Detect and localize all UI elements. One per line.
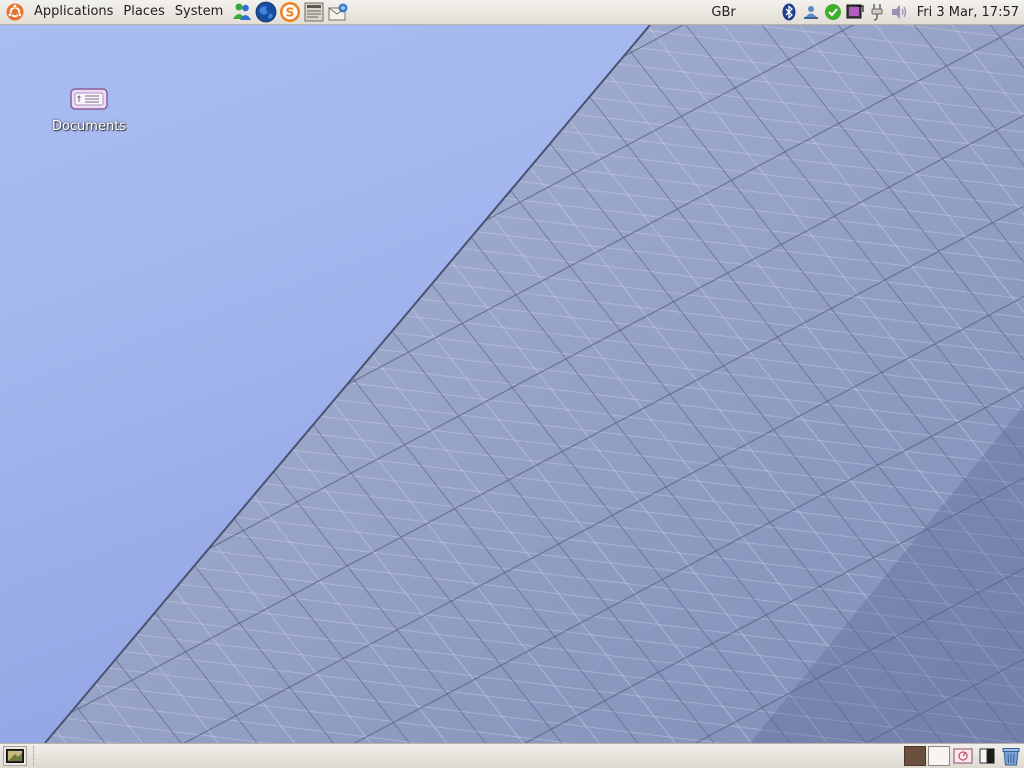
top-panel: Applications Places System S GBr Fri 3 M… [0, 0, 1024, 25]
power-icon[interactable] [868, 3, 886, 21]
show-desktop-button[interactable] [3, 746, 27, 766]
skype-icon[interactable]: S [279, 1, 301, 23]
workspace-1[interactable] [904, 746, 926, 766]
bluetooth-icon[interactable] [780, 3, 798, 21]
mail-client-icon[interactable] [327, 1, 349, 23]
panel-separator [33, 746, 36, 766]
desktop-icon-documents[interactable]: Documents [44, 85, 134, 134]
trash-icon[interactable] [1000, 746, 1022, 766]
bottom-panel [0, 743, 1024, 768]
notification-area [780, 3, 908, 21]
desktop-icon-label: Documents [51, 119, 127, 134]
display-icon[interactable] [846, 3, 864, 21]
applications-menu[interactable]: Applications [29, 0, 118, 24]
clock[interactable]: Fri 3 Mar, 17:57 [917, 5, 1019, 20]
workspace-switcher [904, 746, 1022, 766]
workspace-switcher-icon[interactable] [976, 746, 998, 766]
usb-drive-icon [70, 88, 108, 110]
workspace-2[interactable] [928, 746, 950, 766]
ubuntu-logo-icon[interactable] [6, 3, 24, 21]
text-editor-icon[interactable] [303, 1, 325, 23]
show-desktop-icon [6, 749, 24, 763]
window-list-icon[interactable] [952, 746, 974, 766]
keyboard-layout-indicator[interactable]: GBr [711, 5, 735, 20]
glass-pyramid-wallpaper [44, 25, 1024, 743]
update-notifier-icon[interactable] [824, 3, 842, 21]
launcher-group: S [229, 1, 349, 23]
network-icon[interactable] [802, 3, 820, 21]
volume-icon[interactable] [890, 3, 908, 21]
system-menu[interactable]: System [170, 0, 228, 24]
places-menu[interactable]: Places [118, 0, 169, 24]
svg-text:S: S [286, 6, 295, 20]
web-browser-icon[interactable] [255, 1, 277, 23]
messenger-icon[interactable] [231, 1, 253, 23]
desktop[interactable]: Documents [0, 25, 1024, 743]
